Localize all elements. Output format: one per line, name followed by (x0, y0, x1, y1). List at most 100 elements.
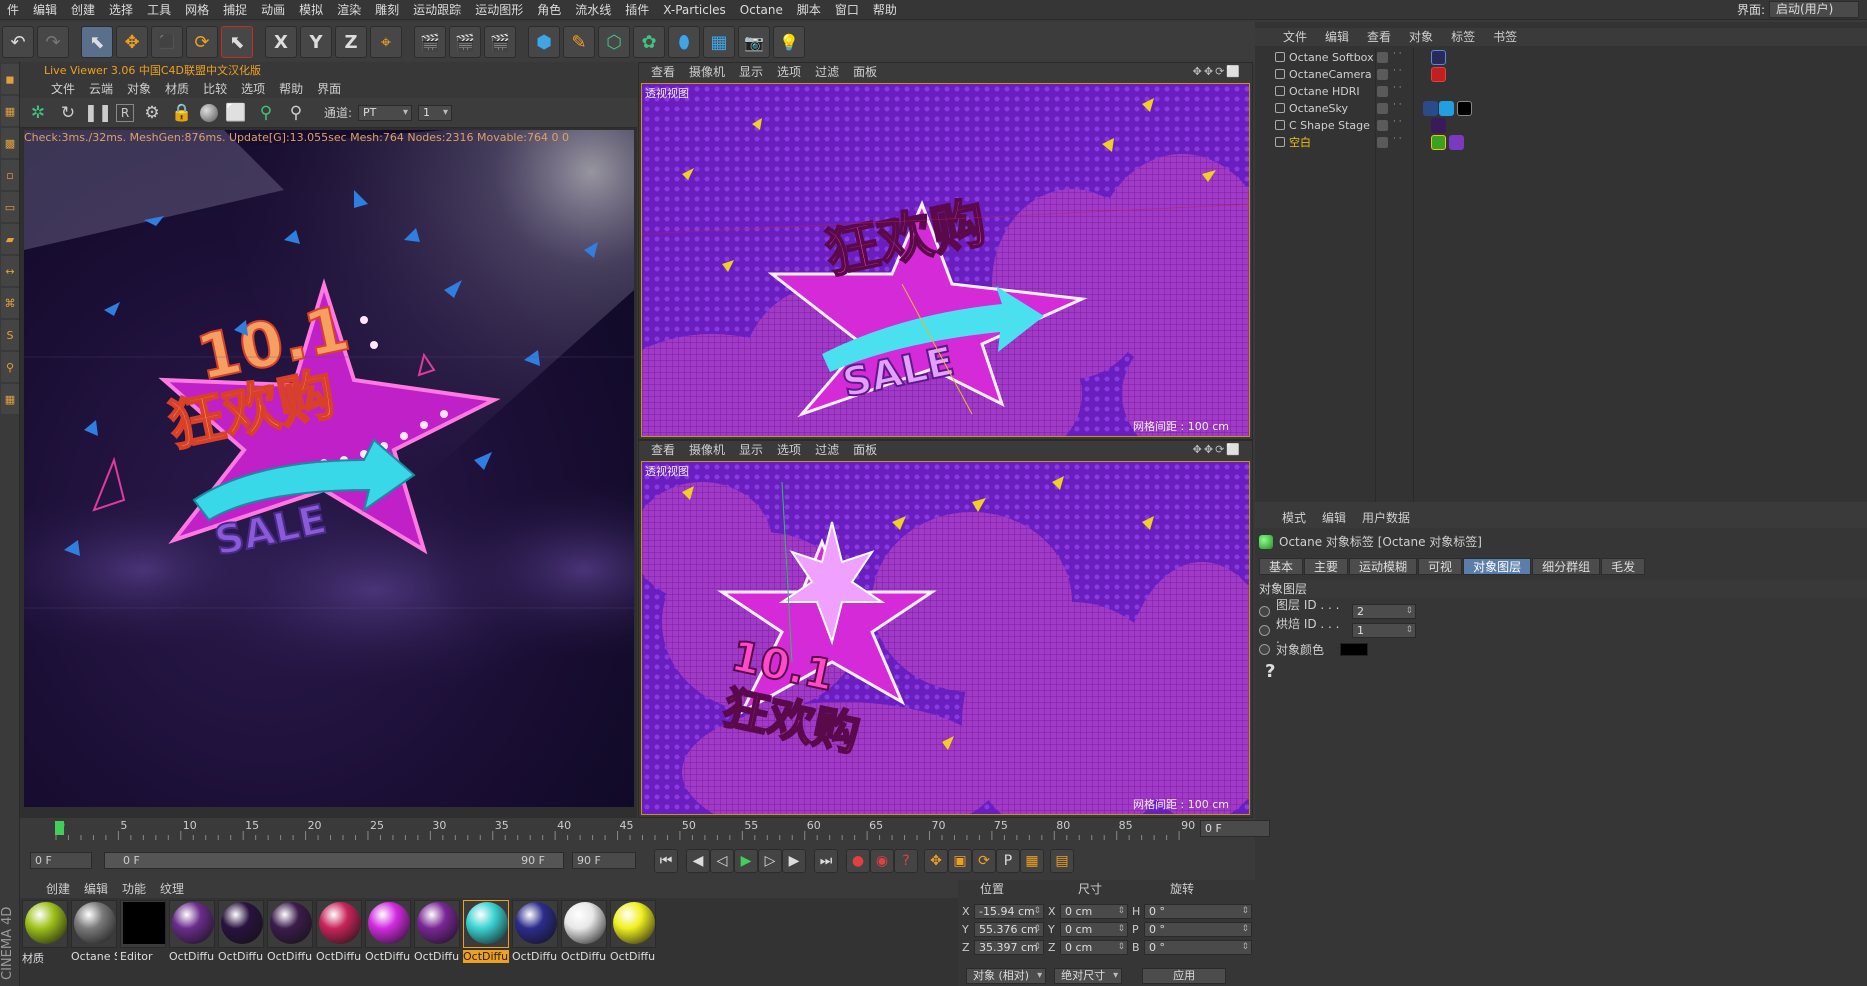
record-active-icon[interactable]: ● (846, 849, 870, 873)
timeline-playhead[interactable] (55, 821, 64, 835)
object-color-radio[interactable] (1259, 643, 1270, 655)
viewport-menu-item[interactable]: 显示 (733, 63, 769, 81)
lv-menu-item[interactable]: 材质 (160, 80, 194, 98)
attr-tab[interactable]: 运动模糊 (1349, 558, 1418, 575)
menu-item[interactable]: 运动图形 (468, 1, 530, 18)
viewport-bottom-canvas[interactable]: 透视视图 网格间距 : 100 cm 10.1 狂欢购 (641, 461, 1250, 815)
live-viewer-render[interactable]: 10.1 狂欢购 SALE (24, 130, 634, 807)
menu-item[interactable]: 插件 (618, 1, 656, 18)
object-tag-icon[interactable] (1431, 118, 1446, 133)
lv-menu-item[interactable]: 对象 (122, 80, 156, 98)
viewport-bottom-nav-controls[interactable]: ✥✥⟳⬜ (1187, 441, 1248, 459)
key-scale-icon[interactable]: ▣ (948, 849, 972, 873)
visibility-icon[interactable] (1377, 86, 1388, 97)
menu-item[interactable]: 脚本 (790, 1, 828, 18)
layer-id-radio[interactable] (1259, 605, 1270, 617)
material-ball-icon[interactable] (200, 103, 218, 122)
previous-key-icon[interactable]: ◀ (686, 849, 710, 873)
keyframe-selection-icon[interactable]: ? (894, 849, 918, 873)
material-label[interactable]: OctDiffu (512, 950, 558, 963)
position-field[interactable]: -15.94 cm (974, 903, 1044, 919)
object-color-swatch[interactable] (1340, 642, 1368, 656)
render-dot-icon[interactable]: · · (1393, 118, 1402, 127)
frame-range-slider[interactable]: 0 F 90 F (104, 852, 564, 869)
move-tool-icon[interactable]: ✥ (116, 26, 148, 58)
polygons-mode-icon[interactable]: ▰ (1, 224, 19, 254)
attr-tab[interactable]: 主要 (1304, 558, 1349, 575)
size-field[interactable]: 0 cm (1060, 903, 1128, 919)
material-ball-icon[interactable] (368, 902, 410, 944)
material-ball-icon[interactable] (417, 902, 459, 944)
key-position-icon[interactable]: ✥ (924, 849, 948, 873)
material-label[interactable]: 材质 (22, 950, 68, 966)
apply-button[interactable]: 应用 (1142, 968, 1227, 984)
texture-mode-icon[interactable]: ▩ (1, 128, 19, 158)
start-frame-field[interactable]: 0 F (30, 852, 92, 869)
om-menu-item[interactable]: 文件 (1275, 28, 1315, 46)
mat-menu-item[interactable]: 编辑 (78, 880, 114, 898)
size-field[interactable]: 0 cm (1060, 939, 1128, 955)
x-axis-toggle[interactable]: X (265, 26, 297, 58)
rotate-tool-icon[interactable]: ⟳ (186, 26, 218, 58)
mat-menu-item[interactable]: 功能 (116, 880, 152, 898)
object-tag-icon[interactable] (1449, 135, 1464, 150)
deformer-icon[interactable]: ⬮ (668, 26, 700, 58)
region-icon[interactable]: ⬜ (224, 101, 248, 125)
attr-menu-item[interactable]: 用户数据 (1355, 508, 1417, 528)
workplane-icon[interactable]: S (1, 320, 19, 350)
object-tag-icon[interactable] (1439, 101, 1454, 116)
object-tag-icon[interactable] (1431, 135, 1446, 150)
menu-item[interactable]: 窗口 (828, 1, 866, 18)
viewport-menu-item[interactable]: 面板 (847, 63, 883, 81)
om-menu-item[interactable]: 书签 (1485, 28, 1525, 46)
menu-item[interactable]: 模拟 (292, 1, 330, 18)
visibility-icon[interactable] (1377, 120, 1388, 131)
send-scene-icon[interactable]: ✲ (26, 101, 50, 125)
coord-mode-dropdown[interactable]: 对象 (相对) (966, 968, 1047, 984)
viewport-menu-item[interactable]: 过滤 (809, 441, 845, 459)
om-menu-item[interactable]: 查看 (1359, 28, 1399, 46)
pen-spline-icon[interactable]: ✎ (563, 26, 595, 58)
material-ball-icon[interactable] (515, 902, 557, 944)
material-ball-icon[interactable] (613, 902, 655, 944)
cloner-icon[interactable]: ✿ (633, 26, 665, 58)
material-ball-icon[interactable] (270, 902, 312, 944)
render-settings-icon[interactable]: 🎬 (484, 26, 516, 58)
render-dot-icon[interactable]: · · (1393, 50, 1402, 59)
viewport-menu-item[interactable]: 摄像机 (683, 63, 731, 81)
timeline-window-icon[interactable]: ▤ (1050, 849, 1074, 873)
viewport-menu-item[interactable]: 显示 (733, 441, 769, 459)
material-label[interactable]: Editor (120, 950, 166, 963)
render-dot-icon[interactable]: · · (1393, 84, 1402, 93)
snap-icon[interactable]: ⌘ (1, 288, 19, 318)
position-field[interactable]: 55.376 cm (974, 921, 1044, 937)
material-ball-icon[interactable] (221, 902, 263, 944)
help-icon[interactable]: ? (1265, 661, 1275, 682)
bake-id-radio[interactable] (1259, 624, 1270, 636)
menu-item[interactable]: 件 (0, 1, 26, 18)
restart-icon[interactable]: ↻ (56, 101, 80, 125)
object-tag-icon[interactable] (1423, 101, 1438, 116)
viewport-menu-item[interactable]: 面板 (847, 441, 883, 459)
end-frame-field[interactable]: 90 F (572, 852, 636, 869)
points-mode-icon[interactable]: ▫ (1, 160, 19, 190)
lv-menu-item[interactable]: 帮助 (274, 80, 308, 98)
attr-tab[interactable]: 细分群组 (1532, 558, 1601, 575)
rotation-field[interactable]: 0 ° (1144, 903, 1252, 919)
material-label[interactable]: OctDiffu (610, 950, 656, 963)
render-dot-icon[interactable]: · · (1393, 101, 1402, 110)
y-axis-toggle[interactable]: Y (300, 26, 332, 58)
key-parameter-icon[interactable]: P (996, 849, 1020, 873)
floor-object-icon[interactable]: ▦ (703, 26, 735, 58)
menu-item[interactable]: 创建 (64, 1, 102, 18)
rotation-field[interactable]: 0 ° (1144, 921, 1252, 937)
material-label[interactable]: OctDiffu (169, 950, 215, 963)
material-ball-icon[interactable] (172, 902, 214, 944)
key-pla-icon[interactable]: ▦ (1020, 849, 1044, 873)
lock-icon[interactable]: 🔒 (170, 101, 194, 125)
lv-menu-item[interactable]: 选项 (236, 80, 270, 98)
lv-menu-item[interactable]: 文件 (46, 80, 80, 98)
material-label[interactable]: OctDiffu (316, 950, 362, 963)
object-tag-icon[interactable] (1431, 67, 1446, 82)
menu-item[interactable]: 流水线 (568, 1, 618, 18)
